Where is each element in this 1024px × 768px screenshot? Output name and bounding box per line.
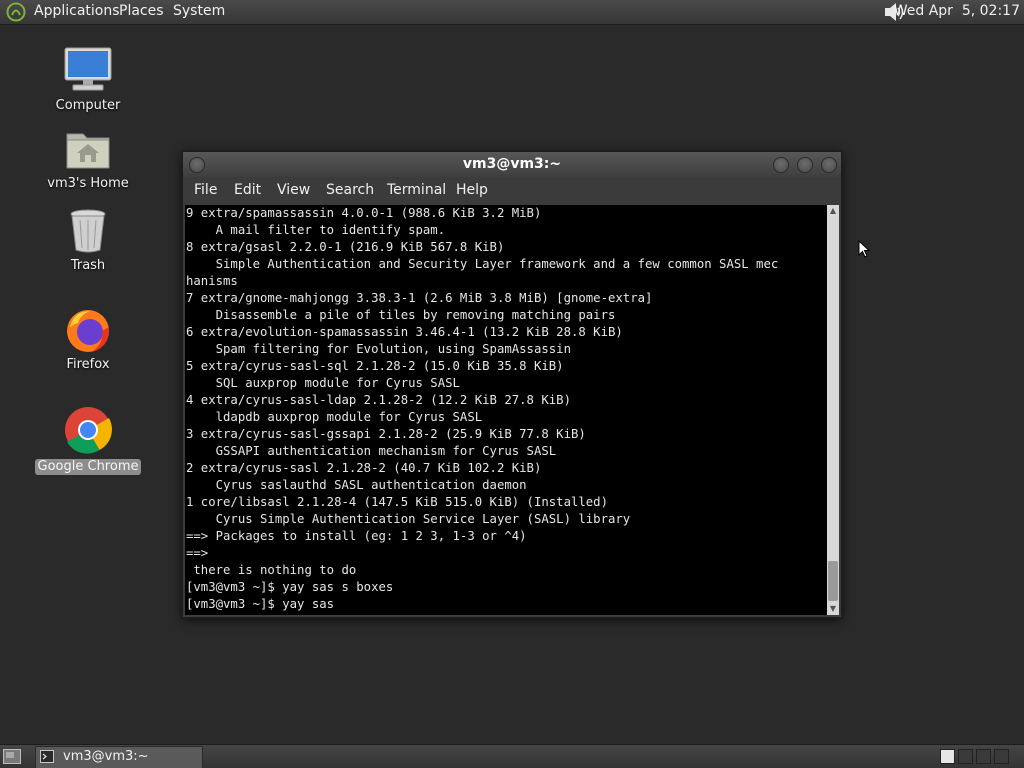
terminal-line: 8 extra/gsasl 2.2.0-1 (216.9 KiB 567.8 K… [186,240,505,254]
terminal-line: 1 core/libsasl 2.1.28-4 (147.5 KiB 515.0… [186,495,608,509]
chrome-icon [65,407,112,454]
trash-icon [70,209,106,253]
terminal-line: ==> Packages to install (eg: 1 2 3, 1-3 … [186,529,527,543]
desktop-icon-trash[interactable]: Trash [33,208,143,274]
clock[interactable]: Wed Apr 5, 02:17 [894,0,1020,24]
terminal-line: hanisms [186,274,238,288]
terminal-line: A mail filter to identify spam. [186,223,446,237]
terminal-line: Cyrus Simple Authentication Service Laye… [186,512,631,526]
desktop-icon-firefox[interactable]: Firefox [33,307,143,373]
applications-menu[interactable]: Applications [30,0,124,24]
home-folder-icon [66,133,110,169]
workspace-2[interactable] [958,749,973,764]
taskbar-button-label: vm3@vm3:~ [63,749,149,764]
menu-search[interactable]: Search [324,177,376,205]
desktop-icon-google-chrome[interactable]: Google Chrome [33,405,143,475]
terminal-line: ldapdb auxprop module for Cyrus SASL [186,410,483,424]
bottom-panel: vm3@vm3:~ [0,744,1024,768]
terminal-line: 3 extra/cyrus-sasl-gssapi 2.1.28-2 (25.9… [186,427,586,441]
terminal-line: 4 extra/cyrus-sasl-ldap 2.1.28-2 (12.2 K… [186,393,571,407]
computer-icon [64,47,112,91]
workspace-1[interactable] [940,749,955,764]
maximize-icon[interactable] [797,157,813,173]
terminal-menubar: File Edit View Search Terminal Help [183,177,841,205]
desktop: Applications Places System Wed Apr 5, 02… [0,0,1024,768]
terminal-line: GSSAPI authentication mechanism for Cyru… [186,444,557,458]
window-title: vm3@vm3:~ [462,156,562,172]
desktop-icon-computer[interactable]: Computer [33,46,143,114]
menu-terminal[interactable]: Terminal [385,177,448,205]
terminal-line: [vm3@vm3 ~]$ yay sas [186,597,335,611]
desktop-icon-label: vm3's Home [47,176,129,191]
terminal-line: SQL auxprop module for Cyrus SASL [186,376,460,390]
window-menu-icon[interactable] [189,157,205,173]
terminal-line: Spam filtering for Evolution, using Spam… [186,342,571,356]
scrollbar-thumb[interactable] [828,561,838,601]
top-panel: Applications Places System Wed Apr 5, 02… [0,0,1024,25]
system-menu[interactable]: System [169,0,229,24]
terminal-line: Cyrus saslauthd SASL authentication daem… [186,478,527,492]
desktop-icon-home[interactable]: vm3's Home [33,128,143,192]
menu-help[interactable]: Help [454,177,490,205]
window-titlebar[interactable]: vm3@vm3:~ [183,152,841,177]
workspace-3[interactable] [976,749,991,764]
close-icon[interactable] [821,157,837,173]
desktop-icon-label: Trash [70,258,106,273]
minimize-icon[interactable] [773,157,789,173]
menu-file[interactable]: File [192,177,219,205]
terminal-line: 7 extra/gnome-mahjongg 3.38.3-1 (2.6 MiB… [186,291,653,305]
desktop-icon-label: Firefox [66,357,110,372]
terminal-line: 6 extra/evolution-spamassassin 3.46.4-1 … [186,325,623,339]
terminal-line: Disassemble a pile of tiles by removing … [186,308,616,322]
places-menu[interactable]: Places [115,0,168,24]
workspace-4[interactable] [994,749,1009,764]
terminal-output[interactable]: 9 extra/spamassassin 4.0.0-1 (988.6 KiB … [185,205,827,615]
scroll-up-arrow-icon[interactable]: ▲ [827,205,839,217]
menu-view[interactable]: View [275,177,312,205]
terminal-scrollbar[interactable]: ▲ ▼ [827,205,839,615]
scroll-down-arrow-icon[interactable]: ▼ [827,603,839,615]
firefox-icon [67,310,110,352]
terminal-line: 5 extra/cyrus-sasl-sql 2.1.28-2 (15.0 Ki… [186,359,564,373]
terminal-line: ==> [186,546,209,560]
terminal-line: 2 extra/cyrus-sasl 2.1.28-2 (40.7 KiB 10… [186,461,542,475]
desktop-icon-label: Computer [55,98,121,113]
desktop-icon-label: Google Chrome [34,459,142,475]
menu-edit[interactable]: Edit [232,177,263,205]
terminal-line: Simple Authentication and Security Layer… [186,257,779,271]
terminal-line: [vm3@vm3 ~]$ yay sas s boxes [186,580,394,594]
terminal-icon [40,750,54,763]
mate-logo-icon[interactable] [6,2,26,22]
show-desktop-icon[interactable] [3,749,21,764]
mouse-pointer-icon [858,240,870,258]
terminal-line: there is nothing to do [186,563,357,577]
taskbar-button-terminal[interactable]: vm3@vm3:~ [35,746,203,768]
terminal-window: vm3@vm3:~ File Edit View Search Terminal… [182,151,842,618]
terminal-line: 9 extra/spamassassin 4.0.0-1 (988.6 KiB … [186,206,542,220]
